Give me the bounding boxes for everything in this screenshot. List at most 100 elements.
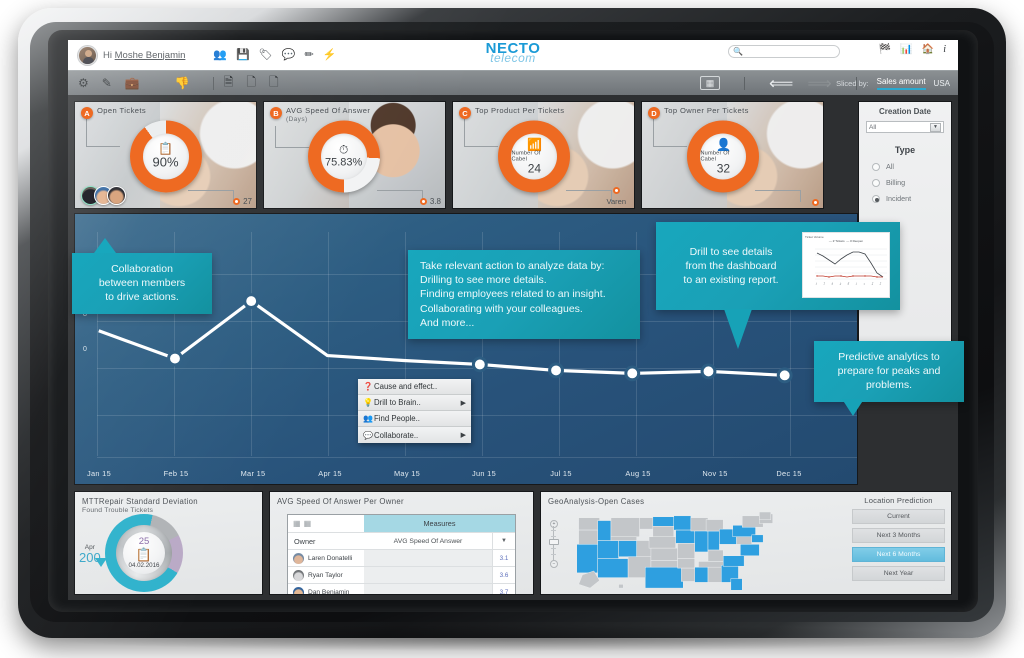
search-input[interactable] [744, 48, 835, 55]
sliced-by-value[interactable]: Sales amount [876, 77, 926, 90]
thumbs-down-icon[interactable]: 👎 [175, 76, 190, 90]
callout-text: Take relevant action to analyze data by:… [420, 260, 606, 329]
filter-option-all[interactable]: All [859, 162, 951, 171]
prediction-button-next-3-months[interactable]: Next 3 Months [852, 528, 945, 543]
state-LA [681, 567, 697, 582]
prediction-button-next-year[interactable]: Next Year [852, 566, 945, 581]
pencil-icon[interactable]: ✏ [304, 49, 313, 61]
redo-arrow-icon[interactable]: ⟹ [807, 75, 831, 92]
radio-icon[interactable] [872, 178, 880, 187]
pencil-icon[interactable]: ✎ [102, 76, 112, 90]
table-pivot-icons[interactable]: ▦ ▦ [288, 515, 364, 532]
page-lock-icon[interactable]: 🗎 [224, 73, 234, 94]
prediction-button-next-6-months[interactable]: Next 6 Months [852, 547, 945, 562]
kpi-title: Open Tickets [97, 106, 146, 116]
flag-icon[interactable]: 🏁 [879, 45, 891, 55]
owner-table[interactable]: ▦ ▦ Measures Owner AVG Speed Of Answer ▼ [287, 514, 516, 595]
kpi-collaborator-avatars[interactable] [81, 186, 126, 205]
panel-title: MTTRepair Standard Deviation [82, 497, 198, 506]
callout-predictive-analytics: Predictive analytics to prepare for peaks… [814, 341, 964, 416]
owner-name: Dan Benjamin [308, 588, 350, 595]
pivot-cols-icon[interactable]: ▦ [304, 519, 312, 528]
usa-map-svg[interactable] [563, 511, 853, 593]
mttrepair-panel[interactable]: MTTRepair Standard Deviation Found Troub… [74, 491, 263, 595]
svg-text:Feb: Feb [824, 282, 826, 285]
table-row[interactable]: Laren Donatelli 3.1 [288, 550, 515, 567]
question-icon: ❓ [363, 382, 373, 391]
radio-icon[interactable] [872, 162, 880, 171]
home-icon[interactable]: 🏠 [922, 45, 934, 55]
context-menu[interactable]: ❓ Cause and effect.. 💡 Drill to Brain.. … [358, 379, 471, 443]
user-avatar[interactable] [78, 45, 97, 65]
people-icon[interactable]: 👥 [213, 49, 227, 61]
table-group-header-row: ▦ ▦ Measures [288, 515, 515, 533]
kpi-title-text: AVG Speed Of Answer [286, 106, 371, 115]
greeting-prefix: Hi [103, 49, 112, 61]
page-copy-icon[interactable]: 🗋 [269, 73, 279, 94]
briefcase-icon[interactable]: 💼 [125, 76, 140, 90]
state-MT [610, 517, 640, 537]
prediction-button-current[interactable]: Current [852, 509, 945, 524]
state-ND [652, 516, 674, 527]
kpi-card-avg-speed-of-answer[interactable]: B AVG Speed Of Answer (Days) ⏱ 75.83% 3.… [263, 101, 446, 209]
grid-icon[interactable]: ▦ [700, 76, 720, 90]
gauge-side-number: 200 [79, 550, 101, 565]
location-prediction-panel: Location Prediction Current Next 3 Month… [852, 496, 945, 585]
column-header-measure[interactable]: AVG Speed Of Answer [364, 533, 493, 549]
info-icon[interactable]: i [943, 45, 946, 55]
app-header: Hi Moshe Benjamin 👥 💾 🏷 💬 ✏ ⚡ NECTO tele… [68, 40, 958, 70]
geoanalysis-panel[interactable]: GeoAnalysis-Open Cases + − Location Pred… [540, 491, 952, 595]
menu-item-label: Find People.. [374, 414, 420, 423]
radio-icon-selected[interactable] [872, 194, 880, 203]
owner-cell: Ryan Taylor [288, 567, 364, 583]
zoom-in-icon[interactable]: + [550, 520, 558, 528]
avatar [293, 569, 304, 581]
owner-cell: Laren Donatelli [288, 550, 364, 566]
chart-icon[interactable]: 📊 [900, 45, 912, 55]
table-row[interactable]: Ryan Taylor 3.6 [288, 567, 515, 584]
comment-icon[interactable]: 💬 [282, 49, 296, 61]
collaborate-icon: 💬 [363, 430, 373, 440]
owner-table-panel[interactable]: AVG Speed Of Answer Per Owner ▦ ▦ Measur… [269, 491, 534, 595]
menu-item-collaborate[interactable]: 💬 Collaborate.. ▶ [358, 427, 471, 443]
pivot-rows-icon[interactable]: ▦ [293, 519, 301, 528]
usa-map[interactable] [563, 511, 853, 593]
callout-tail [842, 398, 864, 416]
donut-center: 📶 Number Of Cabel 24 [511, 133, 558, 180]
user-name-link[interactable]: Moshe Benjamin [115, 50, 186, 61]
filter-icon[interactable]: ▼ [493, 533, 515, 549]
kpi-footer-dot [612, 187, 620, 194]
data-point [548, 362, 564, 379]
filter-option-incident[interactable]: Incident [859, 194, 951, 203]
map-zoom-slider[interactable]: + − [549, 520, 559, 568]
avatar[interactable] [107, 186, 126, 205]
creation-date-select[interactable]: All ▼ [866, 121, 944, 133]
menu-item-drill-to-brain[interactable]: 💡 Drill to Brain.. ▶ [358, 395, 471, 411]
tag-icon[interactable]: 🏷 [259, 49, 273, 61]
kpi-footer-dot [812, 199, 819, 206]
table-row[interactable]: Dan Benjamin 3.7 [288, 584, 515, 595]
column-header-owner[interactable]: Owner [288, 533, 364, 549]
menu-item-cause-and-effect[interactable]: ❓ Cause and effect.. [358, 379, 471, 395]
callout-text: Predictive analytics to prepare for peaks… [837, 351, 941, 392]
page-share-icon[interactable]: 🗋 [246, 73, 256, 94]
state-MN [673, 515, 692, 531]
save-icon[interactable]: 💾 [236, 49, 250, 61]
undo-arrow-icon[interactable]: ⟸ [769, 75, 793, 92]
kpi-card-top-owner[interactable]: D Top Owner Per Tickets 👤 Number Of Cabe… [641, 101, 824, 209]
slider-knob[interactable] [549, 539, 559, 545]
sliced-by-region[interactable]: USA [934, 79, 950, 88]
chevron-down-icon[interactable]: ▼ [930, 122, 941, 132]
filter-option-billing[interactable]: Billing [859, 178, 951, 187]
search-box[interactable]: 🔍 [728, 45, 840, 58]
state-WY [610, 536, 637, 541]
report-thumbnail[interactable]: Ticket Volume — # Tickets — # Reopen Jan… [802, 232, 890, 298]
settings-icon[interactable]: ⚙ [78, 76, 89, 90]
menu-item-find-people[interactable]: 👥 Find People.. [358, 411, 471, 427]
lightning-icon[interactable]: ⚡ [323, 49, 337, 61]
zoom-out-icon[interactable]: − [550, 560, 558, 568]
kpi-card-top-product[interactable]: C Top Product Per Tickets 📶 Number Of Ca… [452, 101, 635, 209]
kpi-card-open-tickets[interactable]: A Open Tickets 📋 90% 27 [74, 101, 257, 209]
panel-subtitle: Found Trouble Tickets [82, 507, 154, 514]
state-IA [675, 529, 695, 544]
